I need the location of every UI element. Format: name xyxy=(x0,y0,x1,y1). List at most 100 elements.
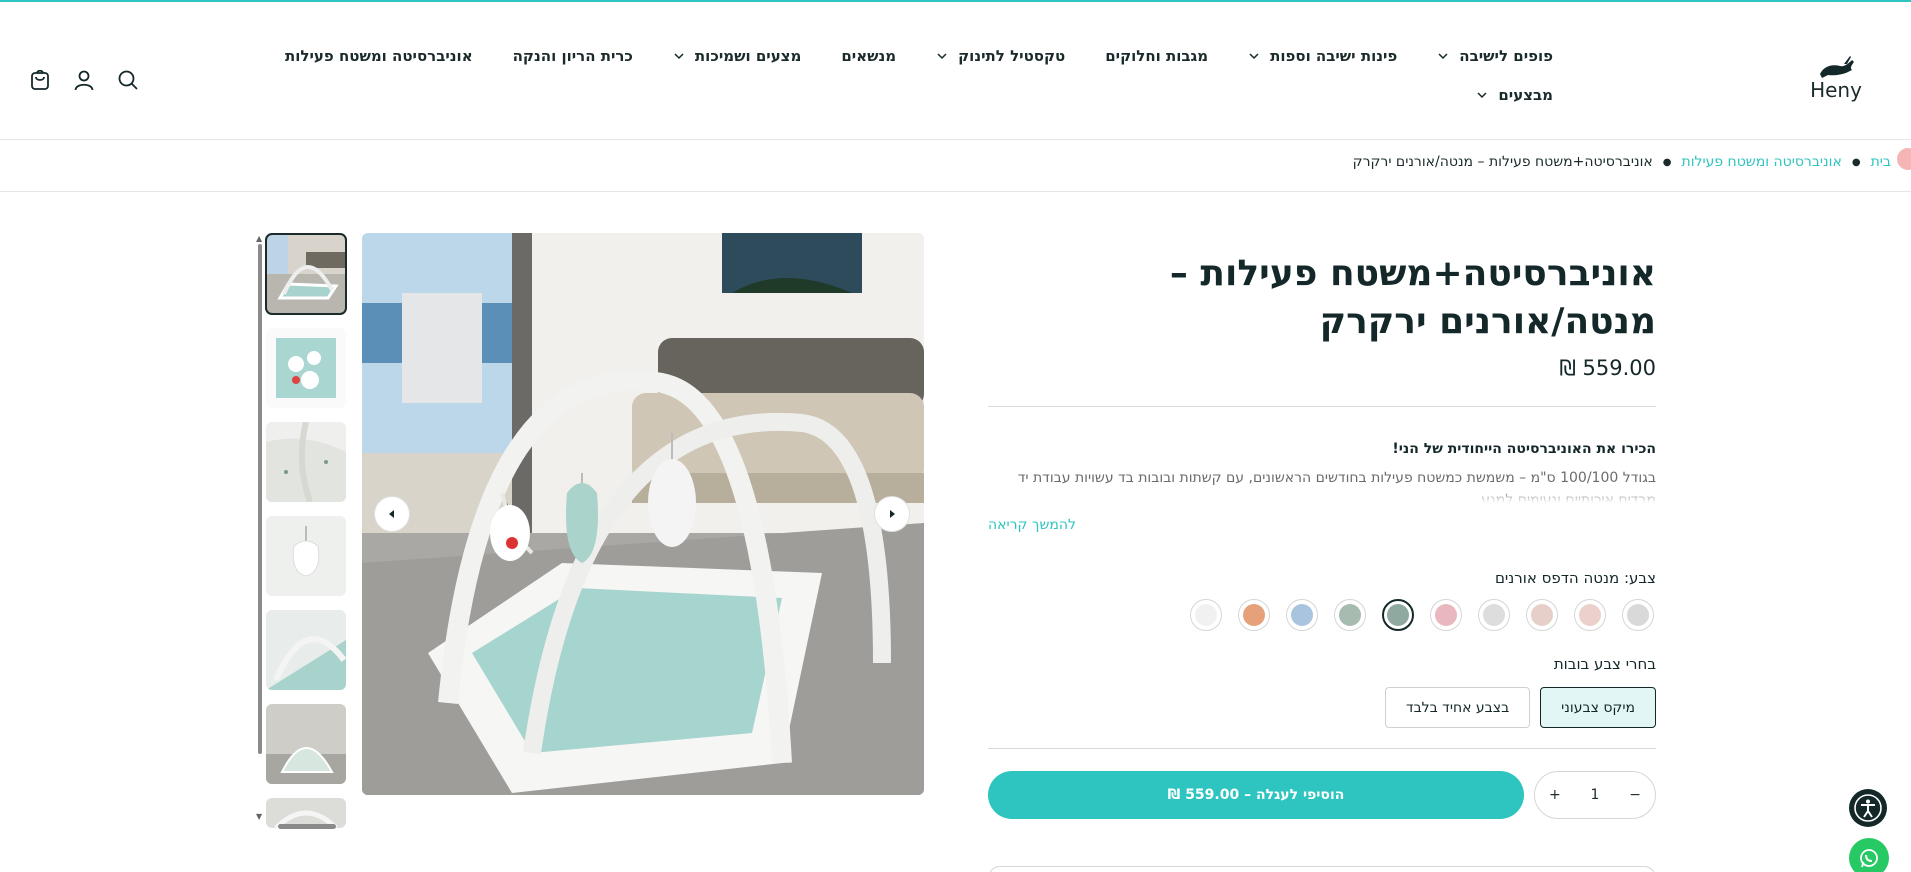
bubble-color-label: בחרי צבע בובות xyxy=(1553,655,1656,673)
divider xyxy=(988,406,1656,407)
color-swatch-4[interactable] xyxy=(1478,599,1510,631)
breadcrumb-separator: ● xyxy=(1662,156,1672,168)
nav-item-4[interactable]: מנשאים xyxy=(841,47,896,65)
description-title: הכירו את האוניברסיטה הייחודית של הני! xyxy=(1392,441,1656,457)
swatch-fill xyxy=(1243,604,1265,626)
chevron-down-icon xyxy=(1477,92,1487,99)
purchase-row: − 1 + הוסיפי לעגלה – 559.00 ₪ xyxy=(988,771,1656,819)
thumbnail-6[interactable] xyxy=(266,704,346,784)
product-title: אוניברסיטה+משטח פעילות – מנטה/אורנים ירק… xyxy=(1169,253,1656,342)
thumbnail-2[interactable] xyxy=(266,328,346,408)
accessibility-button[interactable] xyxy=(1849,789,1887,827)
header-actions xyxy=(28,68,140,92)
chevron-down-icon xyxy=(674,53,684,60)
nav-label: מצעים ושמיכות xyxy=(694,47,802,65)
nav-item-6[interactable]: כרית הריון והנקה xyxy=(513,47,633,65)
accessibility-icon xyxy=(1854,794,1882,822)
swatch-fill xyxy=(1195,604,1217,626)
swatch-fill xyxy=(1627,604,1649,626)
color-swatch-3[interactable] xyxy=(1526,599,1558,631)
nav-label: מבצעים xyxy=(1498,86,1553,104)
nav-item-row2-0[interactable]: מבצעים xyxy=(1476,86,1553,104)
account-icon[interactable] xyxy=(72,68,96,92)
thumbnail-gallery: ▲ ▼ xyxy=(256,233,348,830)
nav-item-3[interactable]: טקסטיל לתינוק xyxy=(936,47,1065,65)
thumbnail-1[interactable] xyxy=(265,233,347,315)
thumbnail-3[interactable] xyxy=(266,422,346,502)
product-price: 559.00 ₪ xyxy=(1559,356,1656,380)
nav-label: מגבות וחלוקים xyxy=(1105,47,1209,65)
chevron-down-icon xyxy=(937,53,947,60)
nav-item-7[interactable]: אוניברסיטה ומשטח פעילות xyxy=(285,47,473,65)
minus-icon[interactable]: − xyxy=(1629,787,1641,803)
breadcrumb-category[interactable]: אוניברסיטה ומשטח פעילות xyxy=(1682,154,1842,170)
nav-label: אוניברסיטה ומשטח פעילות xyxy=(285,47,473,65)
product-main-image[interactable] xyxy=(362,233,924,795)
chevron-left-icon xyxy=(389,510,394,518)
plus-icon[interactable]: + xyxy=(1549,787,1561,803)
prev-image-button[interactable] xyxy=(374,496,410,532)
thumbnail-5[interactable] xyxy=(266,610,346,690)
color-label: צבע: מנטה הדפס אורנים xyxy=(1494,569,1656,587)
main-nav-row-2: מבצעים xyxy=(1476,86,1553,104)
whatsapp-icon xyxy=(1860,849,1878,868)
next-image-button[interactable] xyxy=(874,496,910,532)
swatch-fill xyxy=(1387,604,1409,626)
color-swatch-2[interactable] xyxy=(1574,599,1606,631)
swatch-fill xyxy=(1291,604,1313,626)
nav-item-1[interactable]: פינות ישיבה וספות xyxy=(1248,47,1397,65)
whatsapp-button[interactable] xyxy=(1849,838,1889,872)
main-nav-row-1: פופים לישיבה פינות ישיבה וספות מגבות וחלוק… xyxy=(285,47,1553,65)
nav-label: מנשאים xyxy=(841,47,897,65)
breadcrumb-home[interactable]: בית xyxy=(1871,154,1891,170)
chevron-right-icon xyxy=(890,510,895,518)
nav-item-5[interactable]: מצעים ושמיכות xyxy=(673,47,801,65)
thumb-scroll-up-icon[interactable]: ▲ xyxy=(256,234,262,243)
option-single-color[interactable]: בצבע אחיד בלבד xyxy=(1384,687,1531,728)
breadcrumb-bar: בית ● אוניברסיטה ומשטח פעילות ● אוניברסי… xyxy=(0,140,1911,192)
chevron-down-icon xyxy=(1249,53,1259,60)
color-swatch-7[interactable] xyxy=(1334,599,1366,631)
swatch-fill xyxy=(1531,604,1553,626)
product-info: אוניברסיטה+משטח פעילות – מנטה/אורנים ירק… xyxy=(988,250,1656,819)
breadcrumb-separator: ● xyxy=(1851,156,1861,168)
breadcrumb-current: אוניברסיטה+משטח פעילות – מנטה/אורנים ירק… xyxy=(1352,154,1653,170)
swatch-fill xyxy=(1483,604,1505,626)
nav-item-0[interactable]: פופים לישיבה xyxy=(1437,47,1553,65)
nav-label: כרית הריון והנקה xyxy=(512,47,633,65)
color-swatch-6[interactable] xyxy=(1382,599,1414,631)
add-to-cart-button[interactable]: הוסיפי לעגלה – 559.00 ₪ xyxy=(988,771,1524,819)
color-swatch-10[interactable] xyxy=(1190,599,1222,631)
search-icon[interactable] xyxy=(116,68,140,92)
quantity-value[interactable]: 1 xyxy=(1591,787,1600,803)
cart-icon[interactable] xyxy=(28,68,52,92)
divider xyxy=(988,748,1656,749)
quantity-stepper: − 1 + xyxy=(1534,771,1656,819)
color-swatches xyxy=(988,599,1656,631)
product-photo xyxy=(362,233,924,795)
color-swatch-5[interactable] xyxy=(1430,599,1462,631)
nav-item-2[interactable]: מגבות וחלוקים xyxy=(1105,47,1208,65)
nav-label: פינות ישיבה וספות xyxy=(1270,47,1398,65)
thumbnail-horizontal-scrollbar[interactable] xyxy=(278,824,336,829)
bubble-color-options: מיקס צבעוני בצבע אחיד בלבד xyxy=(988,687,1656,728)
site-logo[interactable]: Heny xyxy=(1806,54,1866,104)
swatch-fill xyxy=(1339,604,1361,626)
option-mixed-colors[interactable]: מיקס צבעוני xyxy=(1540,687,1656,728)
read-more-link[interactable]: להמשך קריאה xyxy=(988,517,1656,533)
thumbnail-4[interactable] xyxy=(266,516,346,596)
description-fade xyxy=(988,489,1656,503)
next-section-box xyxy=(988,866,1656,872)
breadcrumb: בית ● אוניברסיטה ומשטח פעילות ● אוניברסי… xyxy=(1353,154,1891,170)
logo-text: Heny xyxy=(1810,78,1862,102)
thumb-scroll-down-icon[interactable]: ▼ xyxy=(256,812,262,821)
chevron-down-icon xyxy=(1438,53,1448,60)
nav-label: פופים לישיבה xyxy=(1459,47,1553,65)
swatch-fill xyxy=(1435,604,1457,626)
color-swatch-8[interactable] xyxy=(1286,599,1318,631)
site-header: Heny פופים לישיבה פינות ישיבה וספות מגבות … xyxy=(0,2,1911,140)
thumbnail-scrollbar[interactable] xyxy=(258,244,262,754)
color-swatch-9[interactable] xyxy=(1238,599,1270,631)
color-swatch-1[interactable] xyxy=(1622,599,1654,631)
swatch-fill xyxy=(1579,604,1601,626)
